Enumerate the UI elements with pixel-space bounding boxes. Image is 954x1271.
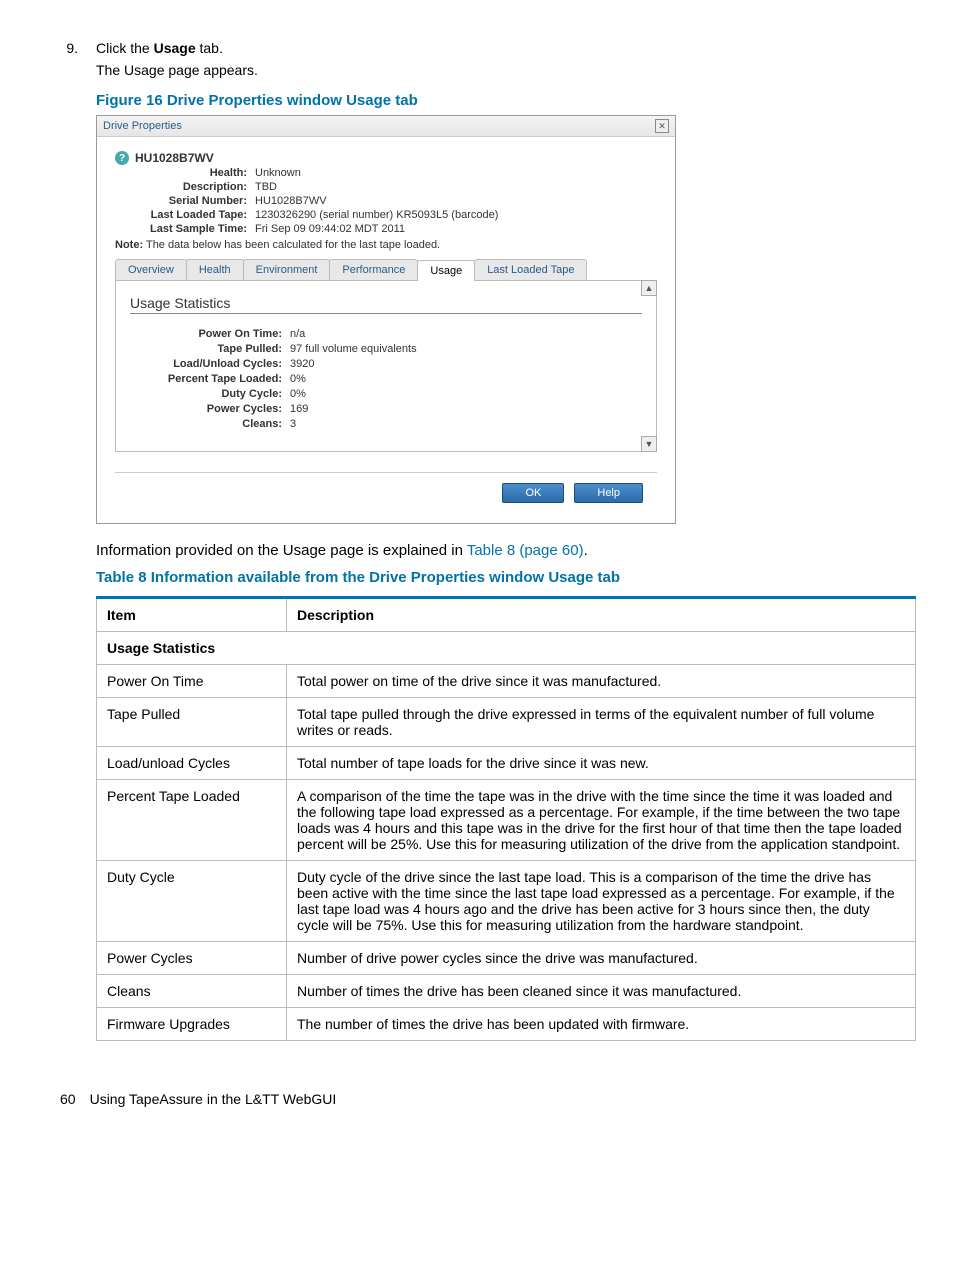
note-text: The data below has been calculated for t…: [146, 239, 440, 251]
desc-cell: The number of times the drive has been u…: [287, 1008, 916, 1041]
item-cell: Cleans: [97, 975, 287, 1008]
serial-value: HU1028B7WV: [255, 195, 657, 207]
tab-usage[interactable]: Usage: [417, 260, 475, 281]
last-tape-value: 1230326290 (serial number) KR5093L5 (bar…: [255, 209, 657, 221]
col-description: Description: [287, 598, 916, 632]
section-usage-statistics: Usage Statistics: [97, 632, 916, 665]
table-row: Firmware UpgradesThe number of times the…: [97, 1008, 916, 1041]
col-item: Item: [97, 598, 287, 632]
pc-value: 169: [290, 403, 642, 415]
usage-statistics-title: Usage Statistics: [130, 295, 642, 314]
step-subtext: The Usage page appears.: [96, 62, 894, 78]
lu-label: Load/Unload Cycles:: [130, 358, 290, 370]
desc-cell: Duty cycle of the drive since the last t…: [287, 861, 916, 942]
tp-value: 97 full volume equivalents: [290, 343, 642, 355]
ok-button[interactable]: OK: [502, 483, 564, 503]
usage-info-table: Item Description Usage Statistics Power …: [96, 596, 916, 1041]
last-tape-label: Last Loaded Tape:: [115, 209, 255, 221]
item-cell: Duty Cycle: [97, 861, 287, 942]
window-title: Drive Properties: [103, 120, 182, 132]
ptl-value: 0%: [290, 373, 642, 385]
tp-label: Tape Pulled:: [130, 343, 290, 355]
note-label: Note:: [115, 239, 143, 251]
step-9: 9. Click the Usage tab.: [60, 40, 894, 56]
dialog-footer: OK Help: [115, 472, 657, 513]
pot-label: Power On Time:: [130, 328, 290, 340]
desc-cell: Number of drive power cycles since the d…: [287, 942, 916, 975]
dc-label: Duty Cycle:: [130, 388, 290, 400]
figure-caption: Figure 16 Drive Properties window Usage …: [96, 92, 894, 109]
serial-label: Serial Number:: [115, 195, 255, 207]
step-number: 9.: [60, 40, 96, 56]
cl-label: Cleans:: [130, 418, 290, 430]
item-cell: Power On Time: [97, 665, 287, 698]
drive-title: ? HU1028B7WV: [115, 151, 657, 165]
page-footer: 60 Using TapeAssure in the L&TT WebGUI: [60, 1091, 894, 1107]
drive-properties-window: Drive Properties ✕ ? HU1028B7WV Health:U…: [96, 115, 676, 524]
item-cell: Firmware Upgrades: [97, 1008, 287, 1041]
table-row: CleansNumber of times the drive has been…: [97, 975, 916, 1008]
last-time-label: Last Sample Time:: [115, 223, 255, 235]
pc-label: Power Cycles:: [130, 403, 290, 415]
health-label: Health:: [115, 167, 255, 179]
help-icon[interactable]: ?: [115, 151, 129, 165]
table-row: Tape PulledTotal tape pulled through the…: [97, 698, 916, 747]
step-text: Click the Usage tab.: [96, 40, 894, 56]
desc-cell: Number of times the drive has been clean…: [287, 975, 916, 1008]
health-value: Unknown: [255, 167, 657, 179]
close-icon[interactable]: ✕: [655, 119, 669, 133]
scroll-down-icon[interactable]: ▼: [641, 436, 657, 452]
table-row: Percent Tape LoadedA comparison of the t…: [97, 780, 916, 861]
scroll-up-icon[interactable]: ▲: [641, 280, 657, 296]
table-row: Load/unload CyclesTotal number of tape l…: [97, 747, 916, 780]
last-time-value: Fri Sep 09 09:44:02 MDT 2011: [255, 223, 657, 235]
tab-performance[interactable]: Performance: [329, 259, 418, 280]
item-cell: Tape Pulled: [97, 698, 287, 747]
table-row: Duty CycleDuty cycle of the drive since …: [97, 861, 916, 942]
table-8-link[interactable]: Table 8 (page 60): [467, 542, 584, 559]
drive-id: HU1028B7WV: [135, 151, 214, 165]
item-cell: Percent Tape Loaded: [97, 780, 287, 861]
desc-cell: Total tape pulled through the drive expr…: [287, 698, 916, 747]
desc-cell: A comparison of the time the tape was in…: [287, 780, 916, 861]
ptl-label: Percent Tape Loaded:: [130, 373, 290, 385]
note-row: Note: The data below has been calculated…: [115, 239, 657, 251]
dc-value: 0%: [290, 388, 642, 400]
table-row: Power On TimeTotal power on time of the …: [97, 665, 916, 698]
item-cell: Power Cycles: [97, 942, 287, 975]
tab-last-loaded[interactable]: Last Loaded Tape: [474, 259, 587, 280]
explanatory-paragraph: Information provided on the Usage page i…: [96, 542, 894, 559]
step-text-b: tab.: [196, 40, 223, 56]
step-text-a: Click the: [96, 40, 154, 56]
item-cell: Load/unload Cycles: [97, 747, 287, 780]
usage-panel: ▲ Usage Statistics Power On Time:n/a Tap…: [115, 281, 657, 452]
page-number: 60: [60, 1091, 76, 1107]
description-value: TBD: [255, 181, 657, 193]
para-post: .: [584, 542, 588, 559]
footer-title: Using TapeAssure in the L&TT WebGUI: [90, 1091, 337, 1107]
table-caption: Table 8 Information available from the D…: [96, 569, 894, 586]
step-text-strong: Usage: [154, 40, 196, 56]
lu-value: 3920: [290, 358, 642, 370]
pot-value: n/a: [290, 328, 642, 340]
cl-value: 3: [290, 418, 642, 430]
table-row: Power CyclesNumber of drive power cycles…: [97, 942, 916, 975]
tab-overview[interactable]: Overview: [115, 259, 187, 280]
tab-environment[interactable]: Environment: [243, 259, 331, 280]
tab-bar: Overview Health Environment Performance …: [115, 259, 657, 281]
para-pre: Information provided on the Usage page i…: [96, 542, 467, 559]
window-titlebar: Drive Properties ✕: [97, 116, 675, 137]
description-label: Description:: [115, 181, 255, 193]
desc-cell: Total power on time of the drive since i…: [287, 665, 916, 698]
help-button[interactable]: Help: [574, 483, 643, 503]
tab-health[interactable]: Health: [186, 259, 244, 280]
desc-cell: Total number of tape loads for the drive…: [287, 747, 916, 780]
